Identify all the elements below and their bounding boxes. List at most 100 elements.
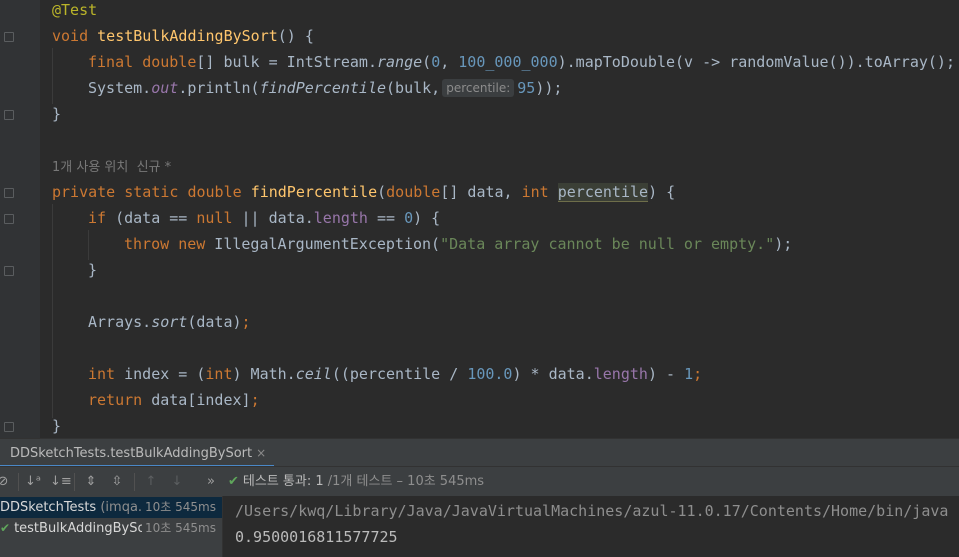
code-text: .println( [178, 79, 260, 97]
code-text: || data. [232, 209, 314, 227]
code-line[interactable]: Arrays.sort(data); [88, 309, 251, 335]
code-text: (data) [187, 313, 242, 331]
test-status: ✔ 테스트 통과: 1 /1개 테스트 – 10초 545ms [228, 467, 484, 497]
code-text: ) - [647, 365, 685, 383]
more-icon[interactable]: » [202, 473, 220, 491]
code-line[interactable]: } [52, 101, 61, 127]
code-text: ) { [648, 183, 676, 201]
semicolon: ; [241, 313, 251, 331]
editor-gutter[interactable] [0, 0, 40, 438]
test-tree[interactable]: DDSketchTests (imqa.s 10초 545ms ✔ testBul… [0, 496, 223, 557]
sort-duration-icon[interactable]: ↓≡ [50, 473, 72, 491]
run-tab[interactable]: DDSketchTests.testBulkAddingBySort × [0, 439, 275, 467]
console-java-path: /Users/kwq/Library/Java/JavaVirtualMachi… [235, 502, 959, 520]
run-tab-label: DDSketchTests.testBulkAddingBySort [10, 446, 253, 461]
keyword: int [521, 183, 549, 201]
keyword: double [142, 53, 197, 71]
keyword: throw [124, 235, 170, 253]
code-text: } [52, 105, 62, 123]
status-count: 1 [315, 474, 324, 489]
code-line[interactable]: } [52, 413, 61, 438]
static-field: out [151, 79, 179, 97]
code-text: } [88, 261, 98, 279]
static-method: range [377, 53, 423, 71]
method-name: findPercentile [250, 183, 378, 201]
code-text: ); [774, 235, 793, 253]
next-failed-icon[interactable]: ↓ [168, 473, 186, 491]
toolbar-separator [18, 473, 19, 491]
expand-all-icon[interactable]: ⇕ [82, 473, 100, 491]
number-literal: 100.0 [467, 365, 513, 383]
code-line[interactable]: private static double findPercentile(dou… [52, 179, 675, 205]
static-method: findPercentile [259, 79, 387, 97]
number-literal: 100_000_000 [458, 53, 558, 71]
check-icon: ✔ [0, 521, 11, 535]
keyword: if [88, 209, 107, 227]
console-output[interactable]: /Users/kwq/Library/Java/JavaVirtualMachi… [223, 496, 959, 557]
prev-failed-icon[interactable]: ↑ [142, 473, 160, 491]
keyword: double [187, 183, 242, 201]
code-text: index = ( [115, 365, 206, 383]
collapse-all-icon[interactable]: ⇳ [108, 473, 126, 491]
status-label: 테스트 통과: [242, 474, 312, 489]
code-text: ( [377, 183, 387, 201]
fold-icon[interactable] [4, 188, 14, 198]
code-line[interactable]: return data[index]; [88, 387, 260, 413]
fold-icon[interactable] [4, 214, 14, 224]
fold-icon[interactable] [4, 422, 14, 432]
code-text: System. [88, 79, 152, 97]
keyword: private [52, 183, 116, 201]
code-text: )); [535, 79, 563, 97]
field: length [313, 209, 368, 227]
code-text: [] data, [440, 183, 522, 201]
test-runner-toolbar: ⊘ ↓ᵃ ↓≡ ⇕ ⇳ ↑ ↓ » ✔ 테스트 통과: 1 /1개 테스트 – 1… [0, 466, 959, 497]
status-detail: /1개 테스트 – 10초 545ms [327, 474, 485, 489]
indent-guide [88, 230, 89, 260]
keyword: null [196, 209, 233, 227]
fold-icon[interactable] [4, 32, 14, 42]
test-class-name: DDSketchTests [0, 500, 97, 515]
code-line[interactable]: void testBulkAddingBySort() { [52, 23, 314, 49]
code-text: data[index] [142, 391, 251, 409]
test-tree-item[interactable]: ✔ testBulkAddingBySor 10초 545ms [0, 518, 222, 539]
sort-alpha-icon[interactable]: ↓ᵃ [24, 473, 42, 491]
code-line[interactable]: final double[] bulk = IntStream.range(0,… [88, 49, 955, 75]
number-literal: 0 [404, 209, 414, 227]
code-text: ) Math. [232, 365, 296, 383]
code-editor[interactable]: @Test void testBulkAddingBySort() { fina… [0, 0, 959, 438]
stop-icon[interactable]: ⊘ [0, 473, 12, 491]
run-tab-bar: DDSketchTests.testBulkAddingBySort × [0, 438, 959, 467]
keyword: int [88, 365, 116, 383]
usage-hint[interactable]: 1개 사용 위치 신규 * [52, 153, 171, 179]
test-duration: 10초 545ms [142, 497, 216, 518]
code-line[interactable]: System.out.println(findPercentile(bulk, p… [88, 75, 562, 101]
code-line[interactable]: } [88, 257, 97, 283]
code-line[interactable]: throw new IllegalArgumentException("Data… [124, 231, 792, 257]
static-method: sort [151, 313, 188, 331]
code-text: == [367, 209, 405, 227]
code-text: ((percentile / [331, 365, 468, 383]
code-line[interactable]: @Test [52, 0, 97, 23]
fold-icon[interactable] [4, 110, 14, 120]
test-duration: 10초 545ms [142, 518, 216, 539]
code-text: ( [422, 53, 432, 71]
indent-guide [52, 204, 53, 418]
keyword: new [178, 235, 206, 253]
keyword: return [88, 391, 143, 409]
code-line[interactable]: if (data == null || data.length == 0) { [88, 205, 440, 231]
close-icon[interactable]: × [256, 446, 266, 460]
string-literal: "Data array cannot be null or empty." [440, 235, 775, 253]
toolbar-separator [74, 473, 75, 491]
annotation: @Test [52, 1, 98, 19]
fold-icon[interactable] [4, 266, 14, 276]
code-text: Arrays. [88, 313, 152, 331]
semicolon: ; [250, 391, 260, 409]
keyword: int [205, 365, 233, 383]
method-name: testBulkAddingBySort [97, 27, 278, 45]
keyword: void [52, 27, 89, 45]
test-tree-root[interactable]: DDSketchTests (imqa.s 10초 545ms [0, 497, 222, 518]
code-line[interactable]: int index = (int) Math.ceil((percentile … [88, 361, 702, 387]
static-method: ceil [295, 365, 332, 383]
usages-label[interactable]: 1개 사용 위치 신규 * [52, 160, 171, 175]
code-text: , [440, 53, 459, 71]
